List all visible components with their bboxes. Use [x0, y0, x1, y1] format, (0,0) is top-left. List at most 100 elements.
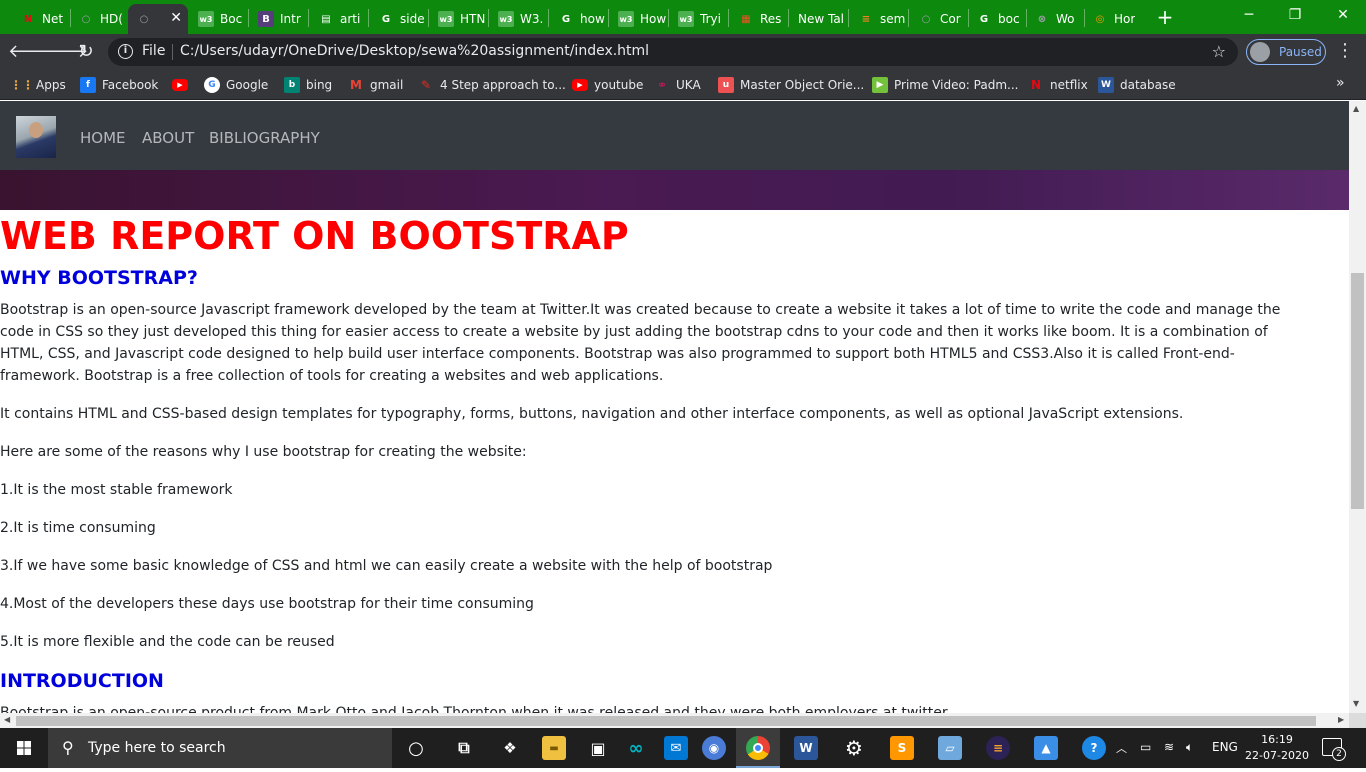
tab-strip: N Net ○ HD(○ ✕ w3 Boc B Intr ▤ arti Gside w3 HTN w3 W3.…	[0, 0, 1366, 34]
tab-7[interactable]: w3 HTN	[430, 4, 488, 34]
tab-separator	[728, 9, 729, 27]
tab-0[interactable]: N Net	[12, 4, 70, 34]
chromium-icon[interactable]: ◉	[702, 736, 726, 760]
minimize-icon[interactable]: ─	[1226, 0, 1272, 32]
dropbox-icon[interactable]: ❖	[498, 736, 522, 760]
tab-16[interactable]: Gboc	[968, 4, 1026, 34]
chevron-double-right-icon[interactable]: »	[1336, 75, 1345, 91]
info-icon[interactable]: i	[118, 44, 133, 59]
avatar	[1250, 42, 1270, 62]
prime-icon: ▶	[872, 77, 888, 93]
vertical-scroll-thumb[interactable]	[1351, 273, 1364, 509]
mail-icon[interactable]: ✉	[664, 736, 688, 760]
tab-title: side	[400, 12, 425, 26]
sublime-text-icon[interactable]: S	[890, 736, 914, 760]
bookmark-12[interactable]: Wdatabase	[1098, 76, 1176, 94]
bookmark-1[interactable]: f Facebook	[80, 76, 158, 94]
photos-icon[interactable]: ▲	[1034, 736, 1058, 760]
forward-icon[interactable]: 🡒	[40, 40, 88, 64]
tab-separator	[248, 9, 249, 27]
tab-3[interactable]: w3 Boc	[190, 4, 248, 34]
scrollbar-corner	[1349, 713, 1366, 728]
back-icon[interactable]: 🡐	[8, 40, 56, 64]
volume-icon[interactable]: 🔈︎	[1186, 740, 1193, 755]
arduino-icon[interactable]: ∞	[624, 736, 648, 760]
chevron-up-icon[interactable]: ︿	[1116, 740, 1127, 756]
tab-8[interactable]: w3 W3.	[490, 4, 548, 34]
chrome-icon[interactable]	[746, 736, 770, 760]
bookmark-7[interactable]: ▶ youtube	[572, 76, 643, 94]
bookmark-star-icon[interactable]: ☆	[1212, 42, 1226, 61]
globe-icon: ○	[139, 13, 149, 25]
nav-link-about[interactable]: ABOUT	[142, 129, 194, 147]
tab-17[interactable]: ⊗ Wo	[1026, 4, 1084, 34]
wifi-icon[interactable]: ≋	[1164, 740, 1174, 754]
tab-title: sem	[880, 12, 906, 26]
lifebuoy-icon: ◎	[1095, 13, 1105, 25]
page-title: WEB REPORT ON BOOTSTRAP	[0, 214, 629, 258]
tab-10[interactable]: w3 How	[610, 4, 668, 34]
language-indicator[interactable]: ENG	[1212, 740, 1238, 754]
scroll-left-icon[interactable]: ◀	[4, 715, 10, 724]
tab-12[interactable]: ▦ Res	[730, 4, 788, 34]
tab-11[interactable]: w3 Tryi	[670, 4, 728, 34]
bookmark-3[interactable]: G Google	[204, 76, 268, 94]
profile-photo[interactable]	[16, 116, 56, 158]
cortana-icon[interactable]: ○	[404, 736, 428, 760]
reload-icon[interactable]: ↻	[73, 40, 99, 64]
help-icon[interactable]: ?	[1082, 736, 1106, 760]
task-view-icon[interactable]: ⧉	[452, 736, 476, 760]
file-explorer-icon[interactable]: ▬	[542, 736, 566, 760]
tab-9[interactable]: Ghow	[550, 4, 608, 34]
address-bar[interactable]: i File C:/Users/udayr/OneDrive/Desktop/s…	[108, 38, 1238, 66]
new-tab-icon[interactable]: +	[1154, 6, 1176, 28]
bookmark-10[interactable]: ▶ Prime Video: Padm...	[872, 76, 1018, 94]
tab-title: Wo	[1056, 12, 1075, 26]
scroll-right-icon[interactable]: ▶	[1338, 715, 1344, 724]
restore-icon[interactable]: ❐	[1272, 0, 1318, 32]
start-button[interactable]	[0, 728, 48, 768]
bookmark-4[interactable]: b bing	[284, 76, 332, 94]
taskbar-search-box[interactable]: ⚲ Type here to search	[48, 728, 392, 768]
tab-5[interactable]: ▤ arti	[310, 4, 368, 34]
browser-toolbar: 🡐 🡒 ↻ i File C:/Users/udayr/OneDrive/Des…	[0, 34, 1366, 70]
url-text[interactable]: C:/Users/udayr/OneDrive/Desktop/sewa%20a…	[180, 43, 649, 59]
kebab-menu-icon[interactable]: ⋮	[1336, 40, 1354, 61]
bookmark-9[interactable]: u Master Object Orie...	[718, 76, 864, 94]
bookmark-11[interactable]: Nnetflix	[1028, 76, 1088, 94]
tab-1[interactable]: ○ HD(	[70, 4, 128, 34]
nav-link-home[interactable]: HOME	[80, 129, 126, 147]
section-heading-why-bootstrap: WHY BOOTSTRAP?	[0, 267, 198, 289]
tab-6[interactable]: Gside	[370, 4, 428, 34]
tab-4[interactable]: B Intr	[250, 4, 308, 34]
nav-link-bibliography[interactable]: BIBLIOGRAPHY	[209, 129, 320, 147]
bookmark-0[interactable]: ⋮⋮ Apps	[10, 76, 66, 94]
tab-2[interactable]: ○ ✕	[128, 4, 188, 34]
close-tab-icon[interactable]: ✕	[170, 10, 182, 26]
eclipse-icon[interactable]: ≡	[986, 736, 1010, 760]
tab-13[interactable]: New Tal	[790, 4, 848, 34]
horizontal-scroll-thumb[interactable]	[16, 716, 1316, 726]
scroll-down-icon[interactable]: ▼	[1353, 699, 1359, 708]
bookmark-8[interactable]: ⚭ UKA	[654, 76, 701, 94]
vertical-scrollbar[interactable]: ▲ ▼	[1349, 101, 1366, 713]
tab-title: how	[580, 12, 605, 26]
bookmark-2[interactable]: ▶	[172, 76, 194, 94]
close-window-icon[interactable]: ✕	[1320, 0, 1366, 32]
horizontal-scrollbar[interactable]: ◀ ▶	[0, 713, 1349, 728]
word-icon[interactable]: W	[794, 736, 818, 760]
store-icon[interactable]: ▣	[586, 736, 610, 760]
notes-icon[interactable]: ▱	[938, 736, 962, 760]
site-navbar: HOME ABOUT BIBLIOGRAPHY	[0, 101, 1349, 170]
bookmark-6[interactable]: ✎ 4 Step approach to...	[418, 76, 566, 94]
tab-18[interactable]: ◎ Hor	[1084, 4, 1142, 34]
scroll-up-icon[interactable]: ▲	[1353, 104, 1359, 113]
clock[interactable]: 16:19 22-07-2020	[1244, 732, 1310, 764]
bookmark-5[interactable]: Mgmail	[348, 76, 403, 94]
tab-15[interactable]: ○ Cor	[910, 4, 968, 34]
profile-button[interactable]: Paused	[1246, 39, 1326, 65]
tab-14[interactable]: ≡ sem	[850, 4, 908, 34]
tab-title: Res	[760, 12, 782, 26]
battery-icon[interactable]: ▭	[1140, 740, 1151, 754]
settings-gear-icon[interactable]: ⚙	[842, 736, 866, 760]
